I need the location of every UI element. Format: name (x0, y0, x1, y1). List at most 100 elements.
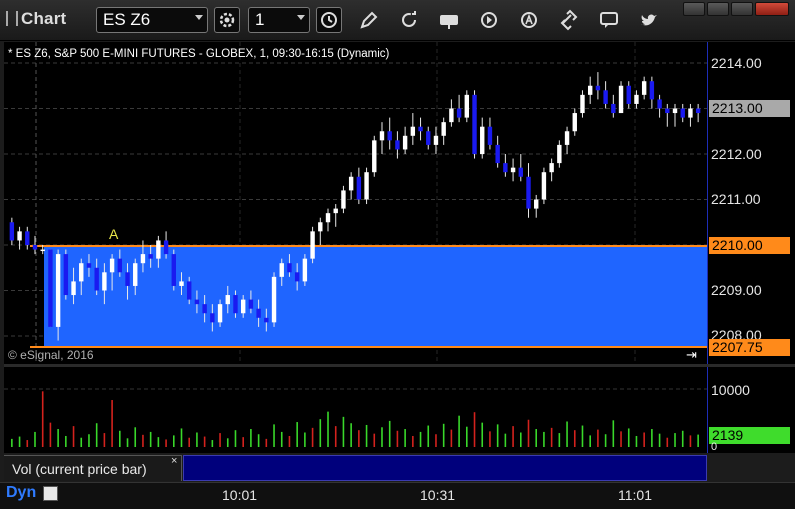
time-template-button[interactable] (316, 7, 342, 33)
candle-body (179, 281, 184, 286)
zone-lower-tag[interactable]: 2207.75 (709, 339, 790, 356)
candle-body (426, 131, 431, 145)
close-panel-icon[interactable]: × (171, 455, 177, 467)
restore-button[interactable] (707, 2, 729, 16)
candle (611, 94, 616, 118)
candle (449, 99, 454, 127)
candle-body (402, 135, 408, 150)
candle (541, 167, 547, 205)
candle (179, 272, 184, 296)
candle-body (487, 126, 493, 145)
candle (341, 185, 346, 214)
candle-body (449, 108, 454, 123)
candle (587, 76, 593, 104)
candle (672, 103, 678, 127)
candle-body (580, 94, 585, 114)
copyright-text: © eSignal, 2016 (8, 348, 94, 362)
candle (102, 263, 107, 305)
price-label: 2209.00 (711, 282, 762, 298)
minimize-button[interactable] (683, 2, 705, 16)
alert-icon[interactable] (518, 9, 540, 31)
candle-body (518, 167, 523, 177)
candle-body (503, 163, 508, 173)
candle-body (665, 108, 670, 114)
candle-body (526, 176, 531, 209)
play-icon[interactable] (478, 9, 500, 31)
symbol-input[interactable]: ES Z6 (96, 7, 208, 33)
candle-body (55, 254, 61, 327)
candle-body (618, 85, 624, 114)
candle-body (210, 313, 215, 323)
candle-body (595, 85, 601, 91)
get-data-icon[interactable] (438, 9, 460, 31)
interval-input[interactable]: 1 (248, 7, 310, 33)
candle (441, 117, 446, 145)
candle-body (603, 90, 608, 104)
candle (464, 90, 470, 123)
candle (688, 103, 693, 127)
candle-body (86, 263, 92, 268)
candle-body (387, 131, 392, 141)
candle-body (256, 308, 261, 318)
candle-body (626, 85, 631, 104)
candle (325, 208, 331, 232)
candle (472, 90, 477, 159)
candle-body (71, 281, 76, 296)
scroll-to-end-icon[interactable]: ⇥ (686, 347, 697, 363)
annotation-marker[interactable]: A (109, 226, 118, 242)
candle (133, 258, 138, 296)
candle (372, 135, 377, 177)
candle-body (287, 263, 292, 273)
candle-body (156, 240, 161, 259)
candle (187, 276, 192, 305)
refresh-icon[interactable] (398, 9, 420, 31)
clock-icon (321, 12, 337, 28)
candle (9, 217, 15, 245)
candle-body (649, 81, 655, 100)
comment-icon[interactable] (598, 9, 620, 31)
candle-body (318, 222, 323, 232)
candle (240, 295, 246, 318)
maximize-button[interactable] (731, 2, 753, 16)
candle-body (672, 108, 678, 114)
interval-value: 1 (255, 10, 265, 29)
candle-body (495, 144, 500, 164)
candle (695, 103, 701, 123)
candle (17, 226, 22, 250)
candle (618, 81, 624, 114)
candle-body (441, 122, 446, 136)
candle-body (541, 172, 547, 200)
time-axis[interactable] (0, 482, 795, 509)
link-icon[interactable] (558, 9, 580, 31)
candle (395, 131, 400, 159)
candle (526, 163, 531, 218)
candle-body (572, 113, 577, 132)
candle (40, 245, 45, 255)
volume-panel-tab-strip[interactable] (183, 455, 707, 481)
candle-body (433, 135, 439, 145)
candle-body (302, 258, 308, 282)
candle-body (341, 190, 346, 209)
interval-dropdown-icon[interactable] (297, 15, 305, 20)
candle-body (688, 108, 693, 118)
candle-body (194, 299, 200, 305)
pencil-icon[interactable] (358, 9, 380, 31)
volume-panel-label[interactable]: Vol (current price bar) (4, 455, 182, 481)
candle (356, 167, 362, 205)
candle (25, 226, 30, 250)
dynamic-mode-label[interactable]: Dyn (6, 484, 36, 502)
settings-button[interactable] (214, 7, 240, 33)
time-label: 11:01 (618, 487, 652, 503)
twitter-icon[interactable] (638, 9, 660, 31)
candle (480, 117, 485, 159)
candle-body (140, 254, 146, 264)
lock-icon[interactable] (43, 486, 58, 501)
close-button[interactable] (755, 2, 789, 16)
candle (279, 258, 284, 286)
candle (510, 158, 516, 182)
candle (32, 235, 38, 255)
zone-upper-tag[interactable]: 2210.00 (709, 237, 790, 254)
symbol-dropdown-icon[interactable] (195, 15, 203, 20)
candle (495, 135, 500, 168)
candle-body (217, 304, 223, 323)
